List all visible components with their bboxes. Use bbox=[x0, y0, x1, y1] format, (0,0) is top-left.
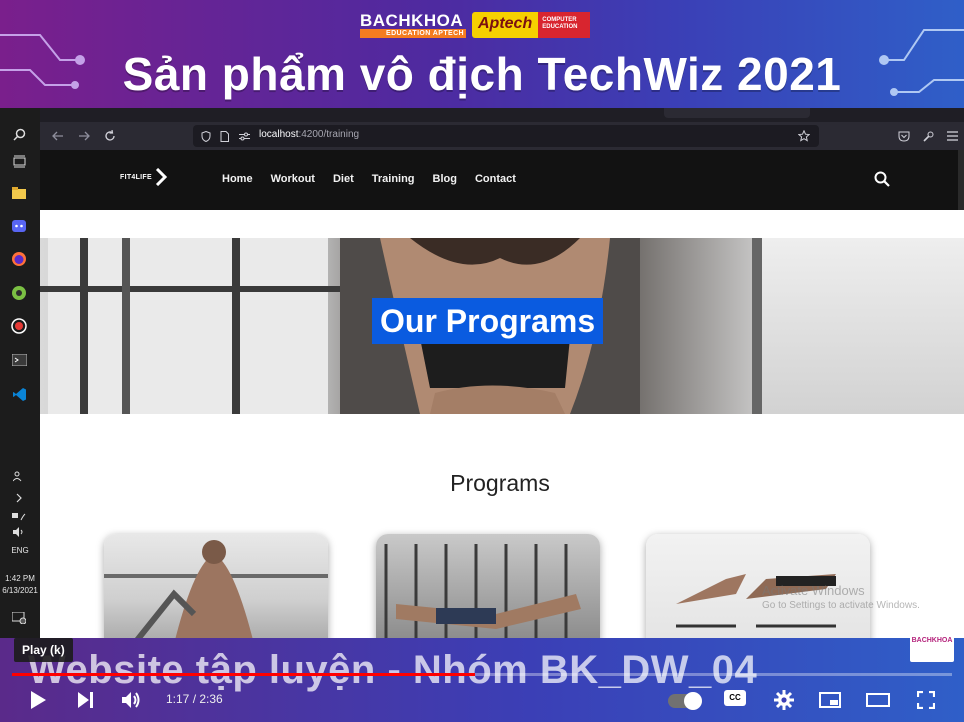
hero-window-frame bbox=[40, 286, 340, 292]
hero-window-bg bbox=[48, 238, 328, 414]
url-path: :4200/training bbox=[298, 129, 360, 140]
browser-toolbar: localhost:4200/training bbox=[40, 122, 964, 150]
forward-arrow-icon[interactable] bbox=[76, 128, 92, 144]
nav-link-workout[interactable]: Workout bbox=[271, 173, 315, 185]
program-card[interactable] bbox=[376, 534, 600, 638]
permissions-icon[interactable] bbox=[237, 128, 251, 144]
bachkhoa-logo: BACHKHOA EDUCATION APTECH bbox=[360, 12, 466, 38]
channel-watermark-badge[interactable]: BACHKHOA bbox=[910, 624, 954, 662]
autoplay-toggle[interactable] bbox=[668, 692, 702, 710]
page-info-icon[interactable] bbox=[217, 128, 231, 144]
aptech-logo-text: Aptech bbox=[472, 12, 539, 38]
browser-tab-strip bbox=[40, 108, 964, 122]
app-green-icon[interactable] bbox=[9, 283, 29, 303]
top-banner: BACHKHOA EDUCATION APTECH Aptech COMPUTE… bbox=[0, 0, 964, 108]
program-card-image bbox=[104, 540, 328, 638]
clock-time[interactable]: 1:42 PM bbox=[0, 574, 40, 583]
hero-building-bg bbox=[760, 238, 964, 414]
play-button[interactable] bbox=[26, 688, 50, 712]
program-card[interactable] bbox=[104, 534, 328, 638]
nav-link-home[interactable]: Home bbox=[222, 173, 253, 185]
time-display: 1:17 / 2:36 bbox=[166, 692, 223, 706]
browser-tab[interactable] bbox=[664, 108, 810, 118]
wrench-icon[interactable] bbox=[920, 128, 936, 144]
hero-banner: Our Programs bbox=[40, 238, 964, 414]
site-logo[interactable]: FIT4LIFE bbox=[120, 168, 168, 186]
browser-window: localhost:4200/training FIT4LIFE Home Wo… bbox=[40, 108, 964, 638]
back-arrow-icon[interactable] bbox=[50, 128, 66, 144]
notifications-icon[interactable] bbox=[9, 608, 29, 628]
windows-taskbar: ENG 1:42 PM 6/13/2021 bbox=[0, 108, 40, 638]
next-button[interactable] bbox=[74, 688, 98, 712]
aptech-logo: Aptech COMPUTER EDUCATION bbox=[472, 12, 591, 38]
bachkhoa-logo-sub: EDUCATION APTECH bbox=[360, 29, 466, 38]
watermark-line2: Go to Settings to activate Windows. bbox=[762, 600, 920, 611]
search-icon[interactable] bbox=[9, 124, 29, 144]
url-host: localhost bbox=[259, 129, 299, 140]
progress-bar-fill bbox=[12, 673, 476, 676]
player-controls: 1:17 / 2:36 CC bbox=[0, 682, 964, 718]
settings-gear-icon[interactable] bbox=[772, 688, 796, 712]
task-view-icon[interactable] bbox=[9, 151, 29, 171]
clock-date[interactable]: 6/13/2021 bbox=[0, 586, 40, 595]
discord-icon[interactable] bbox=[9, 216, 29, 236]
hero-title: Our Programs bbox=[372, 298, 604, 344]
miniplayer-icon[interactable] bbox=[818, 688, 842, 712]
activate-windows-watermark: Activate Windows Go to Settings to activ… bbox=[762, 583, 920, 611]
bachkhoa-logo-text: BACHKHOA bbox=[360, 11, 464, 30]
hero-window-frame bbox=[122, 238, 130, 414]
fullscreen-icon[interactable] bbox=[914, 688, 938, 712]
chevron-right-icon[interactable] bbox=[9, 488, 29, 508]
vscode-icon[interactable] bbox=[9, 384, 29, 404]
hero-window-frame bbox=[80, 238, 88, 414]
aptech-logo-side: COMPUTER EDUCATION bbox=[538, 12, 591, 38]
file-explorer-icon[interactable] bbox=[9, 183, 29, 203]
people-icon[interactable] bbox=[9, 466, 29, 486]
section-title: Programs bbox=[450, 470, 550, 496]
site-search-icon[interactable] bbox=[874, 171, 890, 187]
page-scrollbar[interactable] bbox=[958, 150, 964, 210]
play-tooltip: Play (k) bbox=[14, 638, 73, 662]
logo-chevron-icon bbox=[155, 168, 168, 186]
volume-button[interactable] bbox=[120, 688, 144, 712]
theater-mode-icon[interactable] bbox=[866, 688, 890, 712]
hero-window-frame bbox=[752, 238, 762, 414]
watermark-line1: Activate Windows bbox=[762, 583, 865, 598]
web-page: FIT4LIFE Home Workout Diet Training Blog… bbox=[40, 150, 964, 638]
url-text[interactable]: localhost:4200/training bbox=[259, 129, 359, 140]
site-logo-text: FIT4LIFE bbox=[120, 173, 152, 181]
pocket-icon[interactable] bbox=[896, 128, 912, 144]
time-current: 1:17 bbox=[166, 692, 190, 706]
language-indicator[interactable]: ENG bbox=[0, 546, 40, 555]
banner-title: Sản phẩm vô địch TechWiz 2021 bbox=[122, 48, 842, 100]
bookmark-star-icon[interactable] bbox=[797, 128, 811, 144]
hero-window-frame bbox=[232, 238, 240, 414]
terminal-icon[interactable] bbox=[9, 350, 29, 370]
sponsor-logos: BACHKHOA EDUCATION APTECH Aptech COMPUTE… bbox=[360, 10, 591, 40]
autoplay-toggle-knob bbox=[684, 692, 702, 710]
time-total: 2:36 bbox=[199, 692, 223, 706]
progress-bar[interactable] bbox=[12, 673, 952, 676]
menu-icon[interactable] bbox=[944, 128, 960, 144]
nav-link-blog[interactable]: Blog bbox=[433, 173, 457, 185]
nav-link-training[interactable]: Training bbox=[372, 173, 415, 185]
video-frame: BACHKHOA EDUCATION APTECH Aptech COMPUTE… bbox=[0, 0, 964, 722]
address-bar[interactable]: localhost:4200/training bbox=[193, 125, 819, 147]
site-navbar: FIT4LIFE Home Workout Diet Training Blog… bbox=[40, 150, 964, 210]
nav-link-contact[interactable]: Contact bbox=[475, 173, 516, 185]
shield-icon[interactable] bbox=[199, 128, 213, 144]
subtitles-button[interactable]: CC bbox=[724, 690, 746, 706]
reload-icon[interactable] bbox=[102, 128, 118, 144]
program-card-image bbox=[384, 544, 581, 638]
nav-link-diet[interactable]: Diet bbox=[333, 173, 354, 185]
firefox-icon[interactable] bbox=[9, 249, 29, 269]
site-nav-links: Home Workout Diet Training Blog Contact bbox=[222, 173, 516, 185]
record-icon[interactable] bbox=[9, 316, 29, 336]
volume-icon[interactable] bbox=[9, 522, 29, 542]
